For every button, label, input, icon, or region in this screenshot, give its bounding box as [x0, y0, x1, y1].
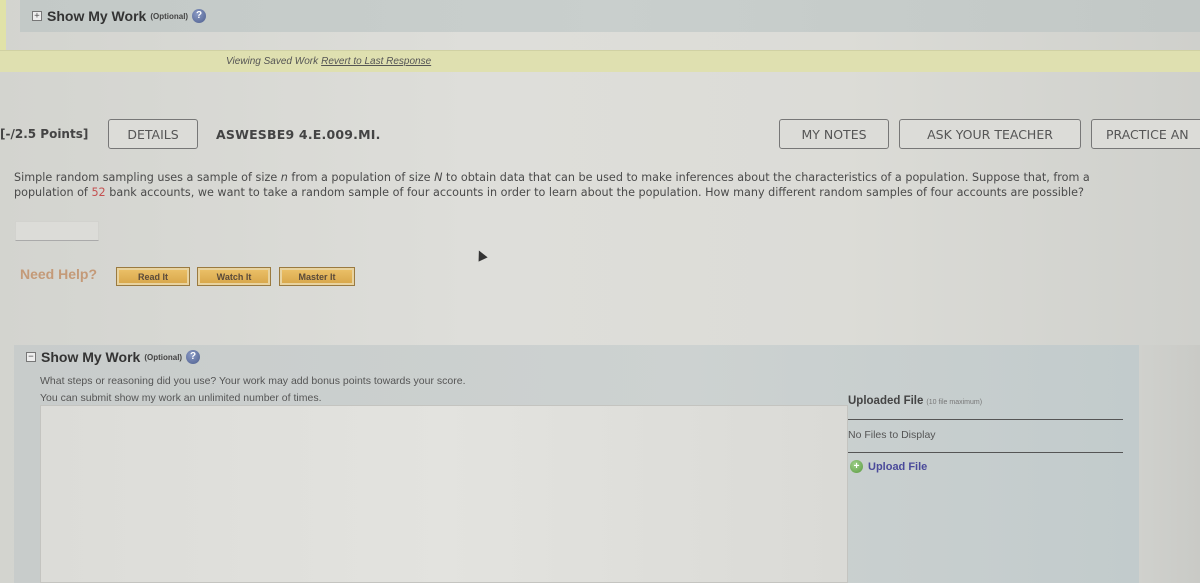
file-limit-label: (10 file maximum)	[926, 399, 983, 406]
question-part: from a population of size	[287, 171, 435, 184]
left-accent-strip	[0, 0, 6, 52]
points-label: [-/2.5 Points]	[0, 127, 89, 141]
show-my-work-title: Show My Work	[41, 349, 141, 365]
answer-input[interactable]	[15, 221, 99, 241]
optional-label: (Optional)	[150, 11, 189, 21]
viewing-saved-work-text: Viewing Saved Work	[226, 56, 319, 67]
optional-label: (Optional)	[144, 352, 183, 362]
saved-work-bar: Viewing Saved Work Revert to Last Respon…	[0, 50, 1200, 72]
ask-teacher-button[interactable]: ASK YOUR TEACHER	[899, 119, 1081, 149]
show-my-work-instructions: What steps or reasoning did you use? You…	[40, 375, 466, 387]
uploaded-file-title: Uploaded File (10 file maximum)	[848, 395, 982, 407]
question-text: Simple random sampling uses a sample of …	[14, 170, 1144, 200]
question-part: bank accounts, we want to take a random …	[105, 186, 1084, 199]
right-margin	[1139, 345, 1200, 583]
top-show-my-work-header[interactable]: + Show My Work (Optional) ?	[20, 0, 1200, 32]
collapse-icon[interactable]: −	[26, 352, 36, 362]
help-icon[interactable]: ?	[192, 9, 207, 23]
my-notes-button[interactable]: MY NOTES	[779, 119, 889, 149]
population-value: 52	[91, 186, 106, 199]
upload-file-link[interactable]: + Upload File	[850, 460, 927, 473]
expand-icon[interactable]: +	[32, 11, 42, 21]
show-my-work-panel: − Show My Work (Optional) ? What steps o…	[14, 345, 1139, 583]
work-text-area[interactable]	[40, 405, 848, 583]
details-button[interactable]: DETAILS	[108, 119, 198, 149]
uploaded-file-label: Uploaded File	[848, 395, 924, 407]
mouse-cursor-icon	[474, 248, 488, 262]
question-part: Simple random sampling uses a sample of …	[14, 171, 281, 184]
help-icon[interactable]: ?	[186, 350, 201, 364]
no-files-text: No Files to Display	[848, 429, 936, 441]
divider	[848, 419, 1123, 420]
question-header: [-/2.5 Points] DETAILS ASWESBE9 4.E.009.…	[0, 117, 1200, 151]
show-my-work-header[interactable]: − Show My Work (Optional) ?	[26, 349, 201, 365]
show-my-work-note: You can submit show my work an unlimited…	[40, 392, 322, 404]
need-help-label: Need Help?	[20, 266, 98, 282]
practice-another-button[interactable]: PRACTICE AN	[1091, 119, 1200, 149]
variable-n: n	[280, 171, 288, 184]
plus-circle-icon: +	[850, 460, 863, 473]
upload-panel: Uploaded File (10 file maximum) No Files …	[848, 385, 1139, 583]
question-id: ASWESBE9 4.E.009.MI.	[216, 126, 381, 142]
divider	[848, 452, 1123, 453]
master-it-button[interactable]: Master It	[279, 267, 355, 286]
revert-link[interactable]: Revert to Last Response	[321, 56, 431, 67]
upload-file-label: Upload File	[868, 460, 928, 473]
show-my-work-title: Show My Work	[47, 8, 147, 24]
variable-N: N	[434, 171, 443, 184]
watch-it-button[interactable]: Watch It	[197, 267, 271, 286]
read-it-button[interactable]: Read It	[116, 267, 190, 286]
